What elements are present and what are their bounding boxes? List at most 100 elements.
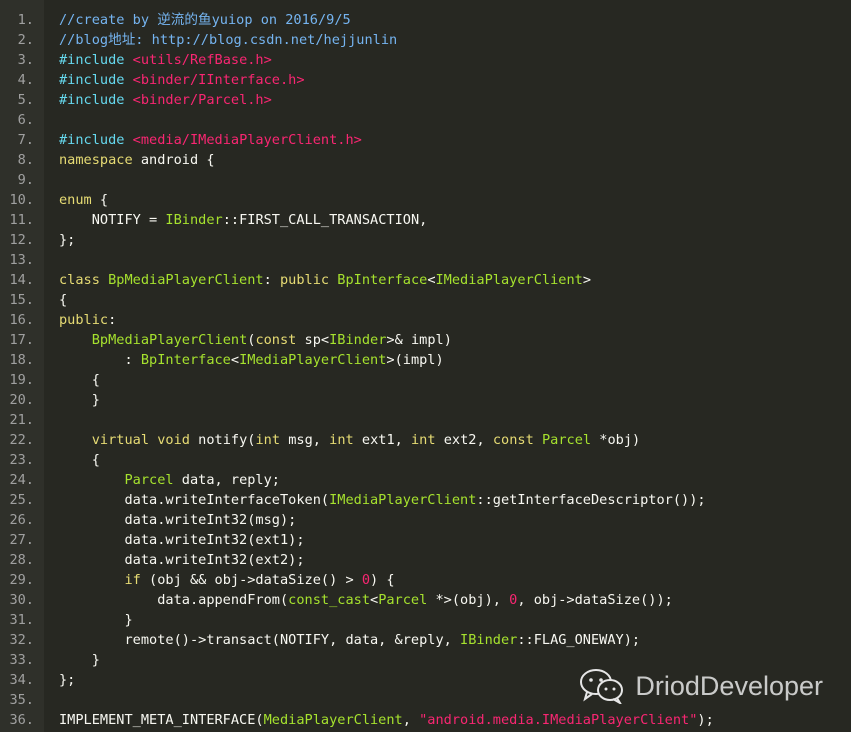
code-token: namespace [59, 152, 133, 168]
code-token: : [108, 312, 117, 328]
code-token: enum [59, 192, 92, 208]
code-token: }; [59, 672, 76, 688]
code-token: #include [59, 72, 133, 88]
code-token: const_cast [288, 592, 370, 608]
code-token: Parcel [378, 592, 428, 608]
code-token: > [582, 272, 592, 288]
code-line: 21. [0, 410, 851, 430]
line-number: 25. [9, 492, 34, 508]
code-token: BpMediaPlayerClient [91, 332, 248, 348]
code-token: #include [59, 132, 133, 148]
code-token: "android.media.IMediaPlayerClient" [419, 712, 698, 728]
code-token: sp< [296, 332, 330, 348]
code-token: BpMediaPlayerClient [108, 272, 264, 288]
code-token: IMediaPlayerClient [329, 492, 477, 508]
code-token: <binder/IInterface.h> [132, 72, 305, 88]
code-token: } [59, 392, 100, 408]
line-number: 17. [9, 332, 34, 348]
line-number: 21. [9, 412, 34, 428]
code-token: BpInterface [140, 352, 231, 368]
line-number: 12. [9, 232, 34, 248]
code-token: IMediaPlayerClient [435, 272, 583, 288]
wechat-icon [580, 669, 624, 704]
code-line: 36. IMPLEMENT_META_INTERFACE(MediaPlayerC… [0, 710, 851, 730]
code-line: 5. #include <binder/Parcel.h> [0, 90, 851, 110]
code-token: , [402, 712, 420, 728]
code-token: data, reply; [173, 472, 280, 488]
line-number: 28. [9, 552, 34, 568]
code-token: { [91, 192, 109, 208]
code-token: //blog地址: http://blog.csdn.net/hejjunlin [59, 32, 398, 48]
code-line: 28. data.writeInt32(ext2); [0, 550, 851, 570]
line-number: 14. [9, 272, 34, 288]
code-token: IBinder [165, 212, 223, 228]
code-token: >(impl) [386, 352, 444, 368]
code-token: const [255, 332, 297, 348]
code-line: 11. NOTIFY = IBinder::FIRST_CALL_TRANSAC… [0, 210, 851, 230]
code-line: 17. BpMediaPlayerClient(const sp<IBinder… [0, 330, 851, 350]
code-area[interactable]: 1. //create by 逆流的鱼yuiop on 2016/9/5 2. //b… [0, 10, 851, 730]
code-token: { [59, 292, 68, 308]
code-token: public [279, 272, 330, 288]
line-number: 24. [9, 472, 34, 488]
code-token: msg, [280, 432, 330, 448]
line-number: 5. [17, 92, 34, 108]
code-token: 0 [361, 572, 371, 588]
code-token: int [255, 432, 281, 448]
code-token: data.writeInterfaceToken( [59, 492, 330, 508]
code-token: data.writeInt32(ext1); [59, 532, 305, 548]
line-number: 27. [9, 532, 34, 548]
line-number: 22. [9, 432, 34, 448]
code-token: #include [59, 52, 133, 68]
code-line: 2. //blog地址: http://blog.csdn.net/hejjunl… [0, 30, 851, 50]
code-token: const [492, 432, 534, 448]
code-token: ext1, [353, 432, 411, 448]
line-number: 19. [9, 372, 34, 388]
code-token: >& impl) [386, 332, 452, 348]
line-number: 8. [17, 152, 34, 168]
code-token: NOTIFY = [59, 212, 166, 228]
line-number: 13. [9, 252, 34, 268]
code-editor: 1. //create by 逆流的鱼yuiop on 2016/9/5 2. //b… [0, 0, 851, 732]
code-token: } [59, 652, 100, 668]
line-number: 32. [9, 632, 34, 648]
code-token: *obj) [591, 432, 641, 448]
code-token: IBinder [329, 332, 387, 348]
code-token: ::getInterfaceDescriptor()); [476, 492, 706, 508]
code-line: 26. data.writeInt32(msg); [0, 510, 851, 530]
code-line: 13. [0, 250, 851, 270]
line-number: 6. [17, 112, 34, 128]
line-number: 2. [17, 32, 34, 48]
code-token: public [59, 312, 109, 328]
code-line: 31. } [0, 610, 851, 630]
code-token: //create by 逆流的鱼yuiop on 2016/9/5 [59, 12, 351, 28]
line-number: 20. [9, 392, 34, 408]
code-token: IBinder [460, 632, 518, 648]
code-token: ext2, [435, 432, 493, 448]
code-token: Parcel [541, 432, 592, 448]
line-number: 1. [17, 12, 34, 28]
code-line: 7. #include <media/IMediaPlayerClient.h> [0, 130, 851, 150]
code-token: < [427, 272, 436, 288]
code-line: 22. virtual void notify(int msg, int ext… [0, 430, 851, 450]
line-number: 23. [9, 452, 34, 468]
code-token: class [59, 272, 100, 288]
line-number: 29. [9, 572, 34, 588]
code-line: 30. data.appendFrom(const_cast<Parcel *>… [0, 590, 851, 610]
watermark-text: DriodDeveloper [635, 670, 823, 701]
line-number: 36. [9, 712, 34, 728]
code-token: ::FLAG_ONEWAY); [517, 632, 641, 648]
code-token: if [124, 572, 141, 588]
code-line: 23. { [0, 450, 851, 470]
code-token: ::FIRST_CALL_TRANSACTION, [222, 212, 428, 228]
code-token: IMediaPlayerClient [239, 352, 387, 368]
code-token: notify( [189, 432, 256, 448]
line-number: 18. [9, 352, 34, 368]
code-token: BpInterface [337, 272, 428, 288]
code-line: 32. remote()->transact(NOTIFY, data, &re… [0, 630, 851, 650]
line-number: 30. [9, 592, 34, 608]
